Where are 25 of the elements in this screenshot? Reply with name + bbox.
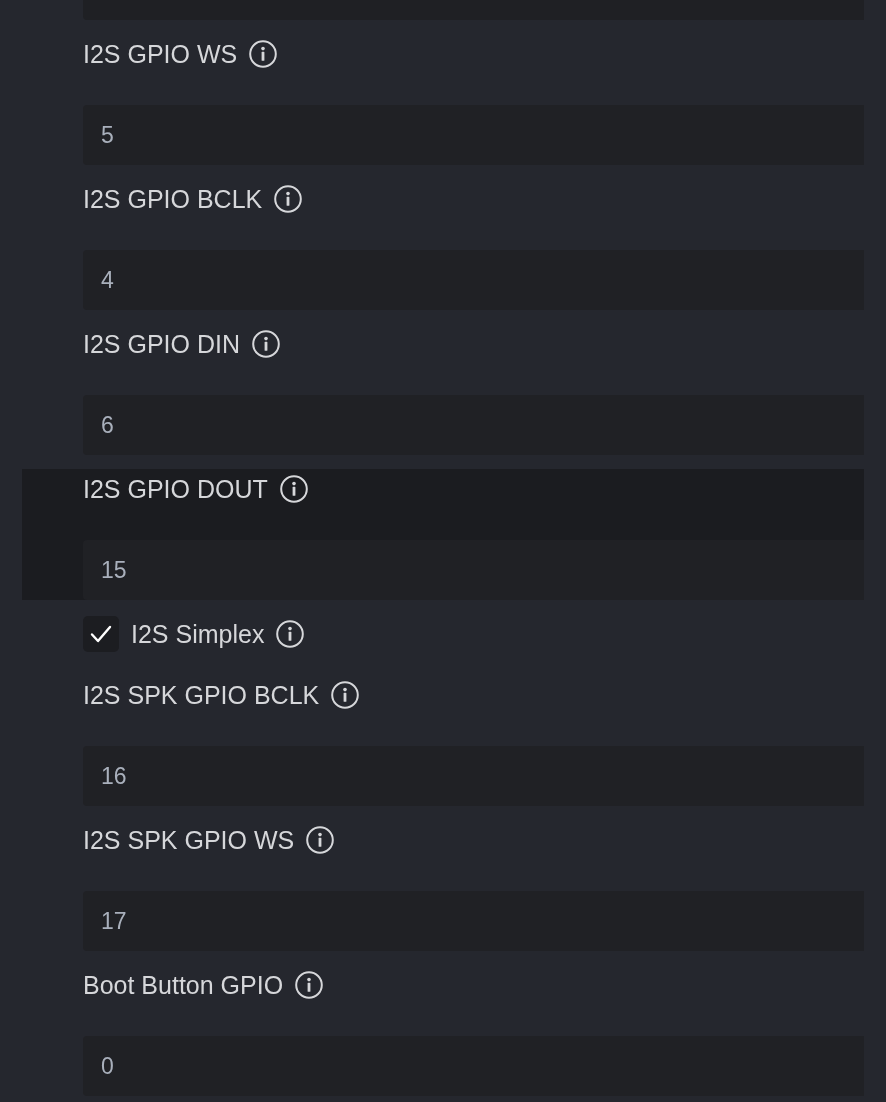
field-label: Boot Button GPIO <box>83 970 284 1000</box>
info-icon[interactable] <box>252 330 280 358</box>
field-label: I2S SPK GPIO BCLK <box>83 680 320 710</box>
checkmark-icon <box>90 625 112 643</box>
field-label: I2S GPIO DOUT <box>83 474 268 504</box>
field-label: I2S GPIO DIN <box>83 329 240 359</box>
input-field[interactable]: 6 <box>83 395 864 455</box>
info-icon[interactable] <box>249 40 278 68</box>
input-field[interactable]: 4 <box>83 250 864 310</box>
input-field[interactable]: 0 <box>83 1036 864 1096</box>
info-icon[interactable] <box>331 681 360 709</box>
info-icon[interactable] <box>306 826 335 854</box>
info-icon[interactable] <box>274 185 303 213</box>
input-field[interactable]: 16 <box>83 746 864 806</box>
field-label: I2S GPIO BCLK <box>83 184 263 214</box>
info-icon[interactable] <box>276 620 305 648</box>
field-label: I2S SPK GPIO WS <box>83 825 295 855</box>
input-field[interactable]: 17 <box>83 891 864 951</box>
info-icon[interactable] <box>279 475 308 503</box>
field-label: I2S GPIO WS <box>83 39 238 69</box>
input-field[interactable]: 15 <box>83 540 864 600</box>
input-field[interactable]: 5 <box>83 105 864 165</box>
info-icon[interactable] <box>295 971 324 999</box>
checkbox[interactable] <box>83 616 119 652</box>
checkbox-label: I2S Simplex <box>131 619 265 649</box>
